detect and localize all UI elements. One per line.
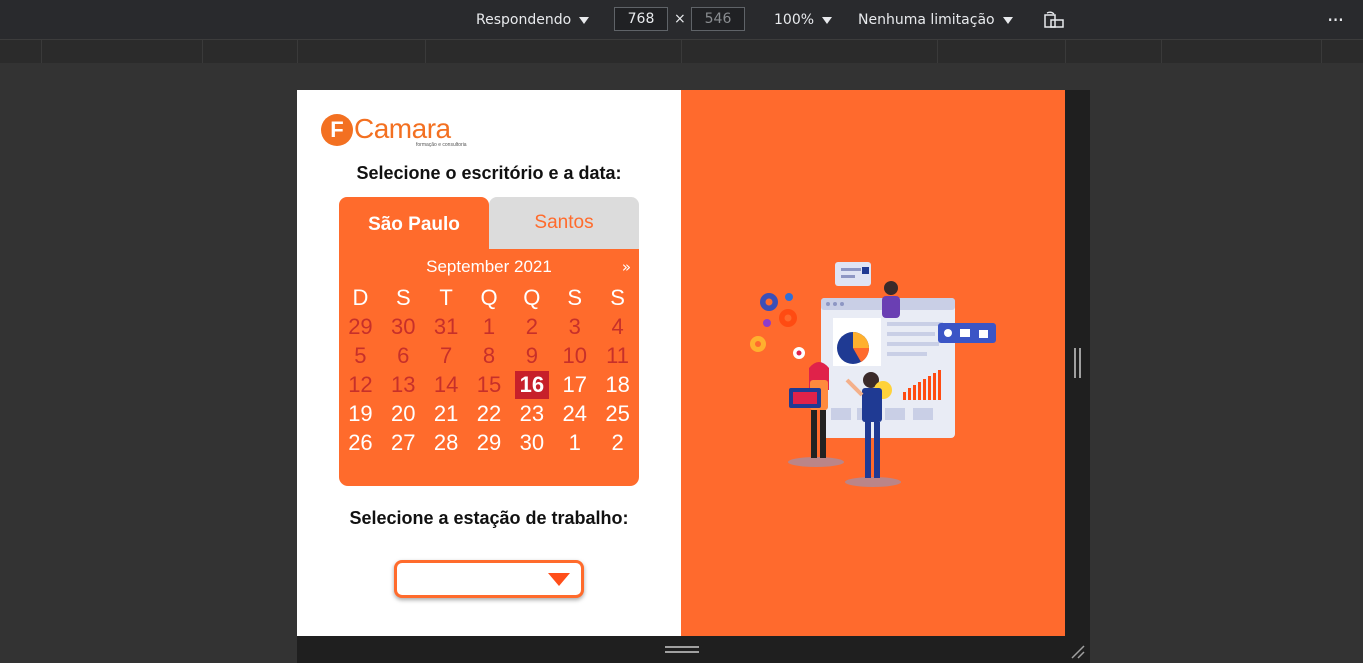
logo-mark: F xyxy=(321,114,353,146)
zoom-dropdown[interactable]: 100% xyxy=(774,0,833,40)
week-row: 12 13 14 15 16 17 18 xyxy=(339,370,639,399)
calendar-day: 31 xyxy=(433,313,459,339)
calendar-day[interactable]: 1 xyxy=(553,428,596,457)
dropdown-arrow-icon xyxy=(548,573,570,586)
weekday-header: S xyxy=(395,284,411,310)
selected-day-label: 16 xyxy=(514,370,550,399)
calendar-day[interactable]: 26 xyxy=(339,428,382,457)
calendar-day[interactable]: 30 xyxy=(510,428,553,457)
calendar-day: 13 xyxy=(391,371,416,397)
week-row: 29 30 31 1 2 3 4 xyxy=(339,312,639,341)
calendar-day: 12 xyxy=(348,371,373,397)
workstation-heading: Selecione a estação de trabalho: xyxy=(349,508,629,528)
width-input[interactable]: 768 xyxy=(614,7,668,31)
resize-grip-icon xyxy=(1074,348,1081,378)
calendar-day: 2 xyxy=(525,313,538,339)
illustration-panel xyxy=(681,90,1065,636)
calendar-day[interactable]: 2 xyxy=(596,428,639,457)
week-row: 26 27 28 29 30 1 2 xyxy=(339,428,639,457)
chevron-down-icon xyxy=(579,16,590,24)
devtools-toolbar: Respondendo 768 × 546 100% Nenhuma limit… xyxy=(0,0,1363,40)
week-row: 5 6 7 8 9 10 11 xyxy=(339,341,639,370)
corner-resize-icon[interactable] xyxy=(1069,643,1085,659)
height-input[interactable]: 546 xyxy=(691,7,745,31)
office-tabs: São Paulo Santos xyxy=(339,197,639,252)
calendar-day[interactable]: 29 xyxy=(468,428,511,457)
zoom-label: 100% xyxy=(774,12,815,28)
calendar-day[interactable]: 28 xyxy=(425,428,468,457)
tab-sao-paulo[interactable]: São Paulo xyxy=(339,197,489,252)
calendar-day[interactable]: 21 xyxy=(425,399,468,428)
calendar-day: 6 xyxy=(397,342,410,368)
times-symbol: × xyxy=(674,11,686,27)
weekday-header: T xyxy=(439,284,453,310)
month-label: September 2021 xyxy=(426,257,552,276)
tab-santos[interactable]: Santos xyxy=(489,197,639,252)
calendar-day: 4 xyxy=(611,313,624,339)
resize-grip-icon xyxy=(665,646,699,653)
calendar-day: 3 xyxy=(568,313,581,339)
weekday-header: Q xyxy=(480,284,498,310)
device-label: Respondendo xyxy=(476,12,572,28)
office-date-heading: Selecione o escritório e a data: xyxy=(356,163,622,183)
calendar-day[interactable]: 18 xyxy=(596,370,639,399)
weekday-header-row: D S T Q Q S S xyxy=(339,283,639,312)
calendar-day: 5 xyxy=(354,342,367,368)
calendar-day: 8 xyxy=(482,342,496,368)
calendar-day: 1 xyxy=(482,313,496,339)
calendar-day[interactable]: 25 xyxy=(596,399,639,428)
fcamara-logo: F Camara formação e consultoria xyxy=(321,114,467,154)
calendar-day: 29 xyxy=(348,313,373,339)
booking-panel: F Camara formação e consultoria Selecion… xyxy=(297,90,681,636)
chevron-down-icon xyxy=(1002,16,1013,24)
workstation-select[interactable] xyxy=(394,560,584,598)
rotate-icon xyxy=(1044,11,1064,28)
calendar-day[interactable]: 17 xyxy=(553,370,596,399)
weekday-header: S xyxy=(610,284,625,310)
calendar-day[interactable]: 20 xyxy=(382,399,425,428)
calendar-day: 11 xyxy=(606,342,629,368)
calendar-day[interactable]: 23 xyxy=(510,399,553,428)
calendar-day-selected[interactable]: 16 xyxy=(510,370,553,399)
calendar-day: 14 xyxy=(433,371,459,397)
ruler-bar xyxy=(0,40,1363,63)
week-row: 19 20 21 22 23 24 25 xyxy=(339,399,639,428)
emulated-viewport: F Camara formação e consultoria Selecion… xyxy=(297,90,1065,636)
calendar-day: 10 xyxy=(562,342,587,368)
throttle-label: Nenhuma limitação xyxy=(858,12,995,28)
calendar-day[interactable]: 22 xyxy=(468,399,511,428)
chevron-down-icon xyxy=(822,16,833,24)
calendar-day: 30 xyxy=(391,313,416,339)
weekday-header: D xyxy=(352,284,369,310)
team-analytics-illustration xyxy=(750,262,996,487)
logo-word: Camara xyxy=(354,113,451,144)
weekday-header: S xyxy=(567,284,583,310)
calendar-day: 15 xyxy=(476,371,502,397)
office-calendar: September 2021 » D S T Q Q S S 29 30 31 … xyxy=(339,197,639,486)
more-options-button[interactable]: ··· xyxy=(1327,0,1344,40)
weekday-header: Q xyxy=(523,284,541,310)
viewport-resize-handle-bottom[interactable] xyxy=(297,636,1090,663)
calendar-day[interactable]: 24 xyxy=(553,399,596,428)
calendar-day[interactable]: 27 xyxy=(382,428,425,457)
throttle-dropdown[interactable]: Nenhuma limitação xyxy=(858,0,1013,40)
more-icon: ··· xyxy=(1327,8,1344,32)
calendar-grid: D S T Q Q S S 29 30 31 1 2 3 4 5 6 7 8 9… xyxy=(339,283,639,457)
rotate-button[interactable] xyxy=(1043,0,1065,40)
viewport-resize-handle-right[interactable] xyxy=(1065,90,1090,636)
logo-tagline: formação e consultoria xyxy=(416,142,467,148)
next-month-button[interactable]: » xyxy=(622,258,631,276)
calendar-day: 7 xyxy=(440,342,453,368)
device-dropdown[interactable]: Respondendo xyxy=(476,0,590,40)
calendar-day: 9 xyxy=(525,342,538,368)
calendar-body: September 2021 » D S T Q Q S S 29 30 31 … xyxy=(339,251,639,486)
calendar-day[interactable]: 19 xyxy=(339,399,382,428)
